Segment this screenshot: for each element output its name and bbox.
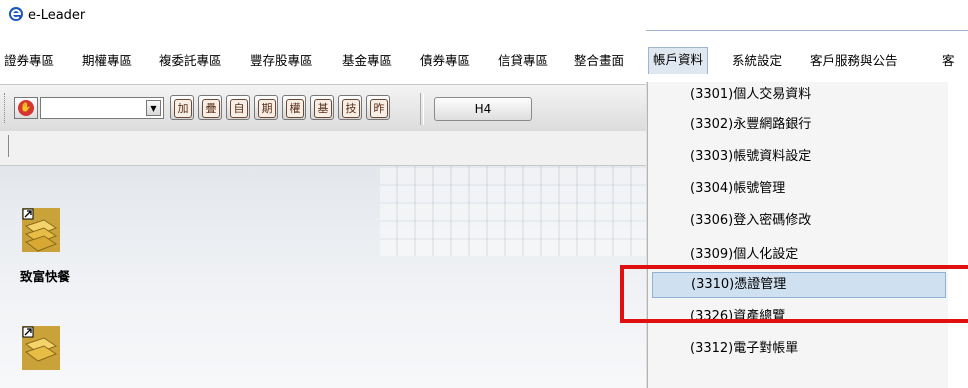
menu-item-3301[interactable]: (3301)個人交易資料	[652, 82, 946, 108]
menu-customer-service[interactable]: 客戶服務與公告	[806, 48, 902, 74]
menu-top-border	[646, 30, 968, 31]
menu-item-3306[interactable]: (3306)登入密碼修改	[652, 208, 946, 234]
toolbar-button-overlay[interactable]: 疊	[198, 95, 222, 120]
toolbar-separator	[420, 93, 424, 125]
stop-button[interactable]: ✋	[14, 97, 38, 119]
menu-bonds[interactable]: 債券專區	[416, 48, 474, 74]
desktop-background-pattern	[380, 166, 650, 256]
h4-button[interactable]: H4	[434, 97, 532, 121]
menu-item-3304[interactable]: (3304)帳號管理	[652, 176, 946, 202]
toolbar-button-futures[interactable]: 期	[254, 95, 278, 120]
menu-item-3310[interactable]: (3310)憑證管理	[652, 272, 946, 298]
menu-sub-brokerage[interactable]: 複委託專區	[155, 48, 226, 74]
menu-integrated-view[interactable]: 整合畫面	[570, 48, 628, 74]
gold-bars-icon	[22, 326, 60, 370]
menu-bar: 證券專區 期權專區 複委託專區 豐存股專區 基金專區 債券專區 信貸專區 整合畫…	[0, 47, 968, 74]
menu-credit-loans[interactable]: 信貸專區	[494, 48, 552, 74]
desktop-area: 致富快餐	[0, 166, 650, 388]
account-data-dropdown: (3301)個人交易資料 (3302)永豐網路銀行 (3303)帳號資料設定 (…	[647, 82, 948, 388]
menu-system-settings[interactable]: 系統設定	[728, 48, 786, 74]
secondary-bar	[0, 131, 650, 166]
menu-regular-stock[interactable]: 豐存股專區	[246, 48, 317, 74]
gold-bars-icon	[22, 208, 60, 252]
menu-item-3312[interactable]: (3312)電子對帳單	[652, 336, 946, 362]
menu-futures-options[interactable]: 期權專區	[78, 48, 136, 74]
menu-account-data[interactable]: 帳戶資料	[648, 47, 709, 74]
toolbar-button-fundamentals[interactable]: 基	[310, 95, 334, 120]
toolbar: ✋ ▼ 加 疊 自 期 權 基 技 昨 H4	[0, 84, 650, 132]
e-leader-logo-icon	[9, 7, 23, 21]
chevron-down-icon[interactable]: ▼	[146, 100, 161, 116]
shortcut-label: 致富快餐	[20, 269, 71, 284]
menu-item-3303[interactable]: (3303)帳號資料設定	[652, 144, 946, 170]
toolbar-button-custom[interactable]: 自	[226, 95, 250, 120]
window-title: e-Leader	[28, 8, 86, 23]
symbol-combo[interactable]: ▼	[40, 97, 164, 119]
toolbar-grip[interactable]	[4, 93, 8, 123]
menu-item-3309[interactable]: (3309)個人化設定	[652, 242, 946, 268]
menu-funds[interactable]: 基金專區	[338, 48, 396, 74]
menu-item-3326[interactable]: (3326)資產總覽	[652, 304, 946, 330]
secondary-bar-divider	[8, 135, 9, 157]
menu-truncated-item[interactable]: 客	[938, 48, 959, 74]
toolbar-button-add[interactable]: 加	[170, 95, 194, 120]
toolbar-button-technical[interactable]: 技	[338, 95, 362, 120]
toolbar-button-warrants[interactable]: 權	[282, 95, 306, 120]
menu-item-3302[interactable]: (3302)永豐網路銀行	[652, 112, 946, 138]
menu-securities[interactable]: 證券專區	[0, 48, 58, 74]
toolbar-button-yesterday[interactable]: 昨	[366, 95, 390, 120]
title-bar: e-Leader	[0, 0, 968, 30]
stop-icon: ✋	[18, 100, 34, 116]
